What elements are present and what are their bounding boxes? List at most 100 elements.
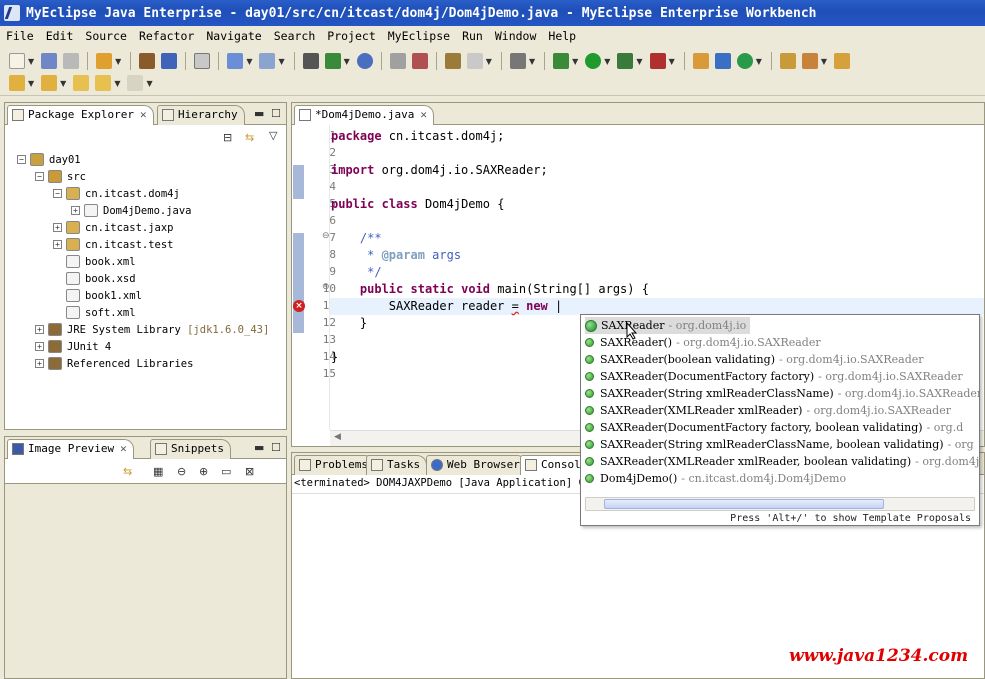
tree-item[interactable]: − cn.itcast.dom4j	[53, 185, 180, 202]
proposal-item[interactable]: SAXReader(boolean validating) - org.dom4j…	[585, 351, 924, 368]
tree-item[interactable]: + JUnit 4	[35, 338, 111, 355]
code-line[interactable]: }	[331, 350, 338, 364]
server-icon[interactable]	[194, 53, 211, 69]
error-marker-icon[interactable]: ×	[293, 300, 305, 312]
scroll-left-icon[interactable]: ◀	[334, 432, 341, 442]
proposal-item-selected[interactable]: SAXReader - org.dom4j.io	[585, 317, 751, 334]
expand-icon[interactable]: +	[35, 325, 44, 334]
tree-item[interactable]: + cn.itcast.test	[53, 236, 174, 253]
menu-navigate[interactable]: Navigate	[200, 29, 267, 43]
debug-icon[interactable]	[553, 53, 570, 69]
fit-icon[interactable]: ⊠	[245, 465, 254, 478]
tab-image-preview[interactable]: Image Preview ✕	[7, 439, 134, 459]
expand-icon[interactable]: +	[53, 240, 62, 249]
terminal-icon[interactable]	[509, 53, 526, 69]
code-line[interactable]: public static void main(String[] args) {	[331, 282, 649, 296]
maximize-icon[interactable]: ☐	[271, 107, 281, 120]
tree-item[interactable]: soft.xml	[53, 304, 136, 321]
tree-item[interactable]: + cn.itcast.jaxp	[53, 219, 174, 236]
code-line[interactable]: /**	[331, 231, 382, 245]
code-line[interactable]: */	[331, 265, 381, 279]
prev-annotation-icon[interactable]	[41, 75, 58, 91]
menu-help[interactable]: Help	[542, 29, 582, 43]
open-type-icon[interactable]	[139, 53, 156, 69]
proposal-item[interactable]: SAXReader(DocumentFactory factory) - org.…	[585, 368, 963, 385]
search-tool-icon[interactable]	[801, 53, 818, 69]
zoom-out-icon[interactable]: ⊖	[177, 465, 186, 478]
expand-icon[interactable]: +	[35, 342, 44, 351]
proposal-hscroll[interactable]	[585, 497, 975, 511]
close-icon[interactable]: ✕	[140, 108, 147, 121]
close-icon[interactable]: ✕	[120, 442, 127, 455]
tool-icon[interactable]	[389, 53, 406, 69]
new-wizard-icon[interactable]	[96, 53, 113, 69]
expand-icon[interactable]: +	[35, 359, 44, 368]
menu-edit[interactable]: Edit	[40, 29, 80, 43]
menu-refactor[interactable]: Refactor	[133, 29, 200, 43]
sync-icon[interactable]: ⇆	[123, 465, 132, 478]
tree-item[interactable]: book.xml	[53, 253, 136, 270]
new-interface-icon[interactable]	[736, 53, 753, 69]
tree-item[interactable]: book1.xml	[53, 287, 142, 304]
close-icon[interactable]: ✕	[420, 108, 427, 121]
collapse-icon[interactable]: −	[17, 155, 26, 164]
collapse-icon[interactable]: −	[53, 189, 62, 198]
save-icon[interactable]	[41, 53, 58, 69]
tab-package-explorer[interactable]: Package Explorer ✕	[7, 105, 154, 125]
open-folder-icon[interactable]	[779, 53, 796, 69]
menu-run[interactable]: Run	[456, 29, 489, 43]
view-menu-icon[interactable]: ▽	[269, 129, 277, 142]
tree-item[interactable]: − day01	[17, 151, 81, 168]
deploy-icon[interactable]	[227, 53, 244, 69]
deploy-project-icon[interactable]	[324, 53, 341, 69]
tab-snippets[interactable]: Snippets	[150, 439, 231, 459]
proposal-item[interactable]: SAXReader(String xmlReaderClassName, boo…	[585, 436, 974, 453]
open-resource-icon[interactable]	[161, 53, 178, 69]
tree-item[interactable]: book.xsd	[53, 270, 136, 287]
tree-item[interactable]: − src	[35, 168, 86, 185]
proposal-item[interactable]: SAXReader(DocumentFactory factory, boole…	[585, 419, 963, 436]
tab-tasks[interactable]: Tasks	[366, 455, 428, 475]
tab-web-browser[interactable]: Web Browser	[426, 455, 527, 475]
tab-problems[interactable]: Problems	[294, 455, 375, 475]
menu-source[interactable]: Source	[79, 29, 133, 43]
code-line[interactable]: public class Dom4jDemo {	[331, 197, 504, 211]
tree-item[interactable]: + Referenced Libraries	[35, 355, 193, 372]
coverage-icon[interactable]	[649, 53, 666, 69]
fold-toggle-icon[interactable]: ⊖	[322, 282, 330, 292]
new-class-icon[interactable]	[714, 53, 731, 69]
run-icon[interactable]	[585, 53, 602, 69]
menu-file[interactable]: File	[0, 29, 40, 43]
proposal-item[interactable]: SAXReader(XMLReader xmlReader) - org.dom4…	[585, 402, 951, 419]
image-icon[interactable]: ▦	[153, 465, 163, 478]
tree-item[interactable]: + JRE System Library [jdk1.6.0_43]	[35, 321, 269, 338]
zoom-in-icon[interactable]: ⊕	[199, 465, 208, 478]
browser-icon[interactable]	[356, 53, 373, 69]
db-icon[interactable]	[411, 53, 428, 69]
tree-item[interactable]: + Dom4jDemo.java	[71, 202, 192, 219]
minimize-icon[interactable]: ▬	[254, 107, 264, 120]
collapse-icon[interactable]: −	[35, 172, 44, 181]
fold-toggle-icon[interactable]: ⊖	[322, 231, 330, 241]
task-icon[interactable]	[834, 53, 851, 69]
last-edit-icon[interactable]	[73, 75, 90, 91]
menu-search[interactable]: Search	[268, 29, 322, 43]
run-external-icon[interactable]	[617, 53, 634, 69]
maximize-icon[interactable]: ☐	[271, 441, 281, 454]
expand-icon[interactable]: +	[71, 206, 80, 215]
proposal-item[interactable]: SAXReader(XMLReader xmlReader, boolean v…	[585, 453, 979, 470]
next-annotation-icon[interactable]	[9, 75, 25, 91]
code-line[interactable]: package cn.itcast.dom4j;	[331, 129, 504, 143]
menu-project[interactable]: Project	[321, 29, 381, 43]
scroll-thumb[interactable]	[604, 499, 884, 509]
expand-icon[interactable]: +	[53, 223, 62, 232]
collapse-all-icon[interactable]: ⊟	[223, 131, 232, 144]
proposal-item[interactable]: SAXReader(String xmlReaderClassName) - or…	[585, 385, 979, 402]
code-line[interactable]: }	[331, 316, 367, 330]
code-line[interactable]: import org.dom4j.io.SAXReader;	[331, 163, 548, 177]
tab-console[interactable]: Consol	[520, 455, 588, 475]
table-icon[interactable]	[444, 53, 461, 69]
menu-myeclipse[interactable]: MyEclipse	[382, 29, 456, 43]
link-editor-icon[interactable]: ⇆	[245, 131, 254, 144]
menu-window[interactable]: Window	[489, 29, 543, 43]
